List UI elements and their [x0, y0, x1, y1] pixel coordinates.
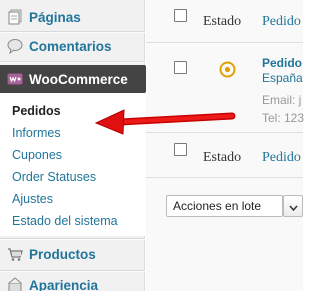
annotation-arrow-icon	[94, 109, 236, 135]
